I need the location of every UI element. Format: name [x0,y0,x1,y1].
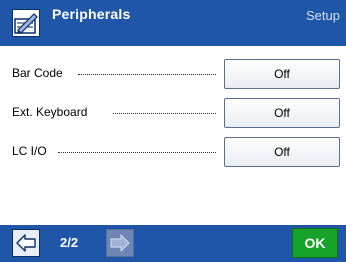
page-title: Peripherals [52,6,131,22]
leader-dots [78,74,216,76]
lc-io-value-button[interactable]: Off [224,137,340,167]
previous-page-button[interactable] [12,229,40,257]
setting-row-ext-keyboard: Ext. Keyboard Off [0,98,346,128]
setting-row-lc-io: LC I/O Off [0,137,346,167]
bar-code-value-button[interactable]: Off [224,59,340,89]
breadcrumb[interactable]: Setup [306,8,340,23]
footer-bar: 2/2 OK [0,225,346,262]
setting-label: Bar Code [12,66,63,80]
setting-label: Ext. Keyboard [12,105,88,119]
settings-list: Bar Code Off Ext. Keyboard Off LC I/O Of… [0,46,346,225]
peripherals-screen: Peripherals Setup Bar Code Off Ext. Keyb… [0,0,346,262]
arrow-right-icon [110,234,130,252]
next-page-button[interactable] [106,229,134,257]
header-bar: Peripherals Setup [0,0,346,46]
ext-keyboard-value-button[interactable]: Off [224,98,340,128]
page-indicator: 2/2 [60,235,79,250]
arrow-left-icon [16,234,36,252]
setting-row-bar-code: Bar Code Off [0,59,346,89]
ok-button[interactable]: OK [292,228,338,258]
leader-dots [58,152,216,154]
setting-label: LC I/O [12,144,47,158]
leader-dots [113,113,216,115]
peripherals-icon [12,9,40,37]
